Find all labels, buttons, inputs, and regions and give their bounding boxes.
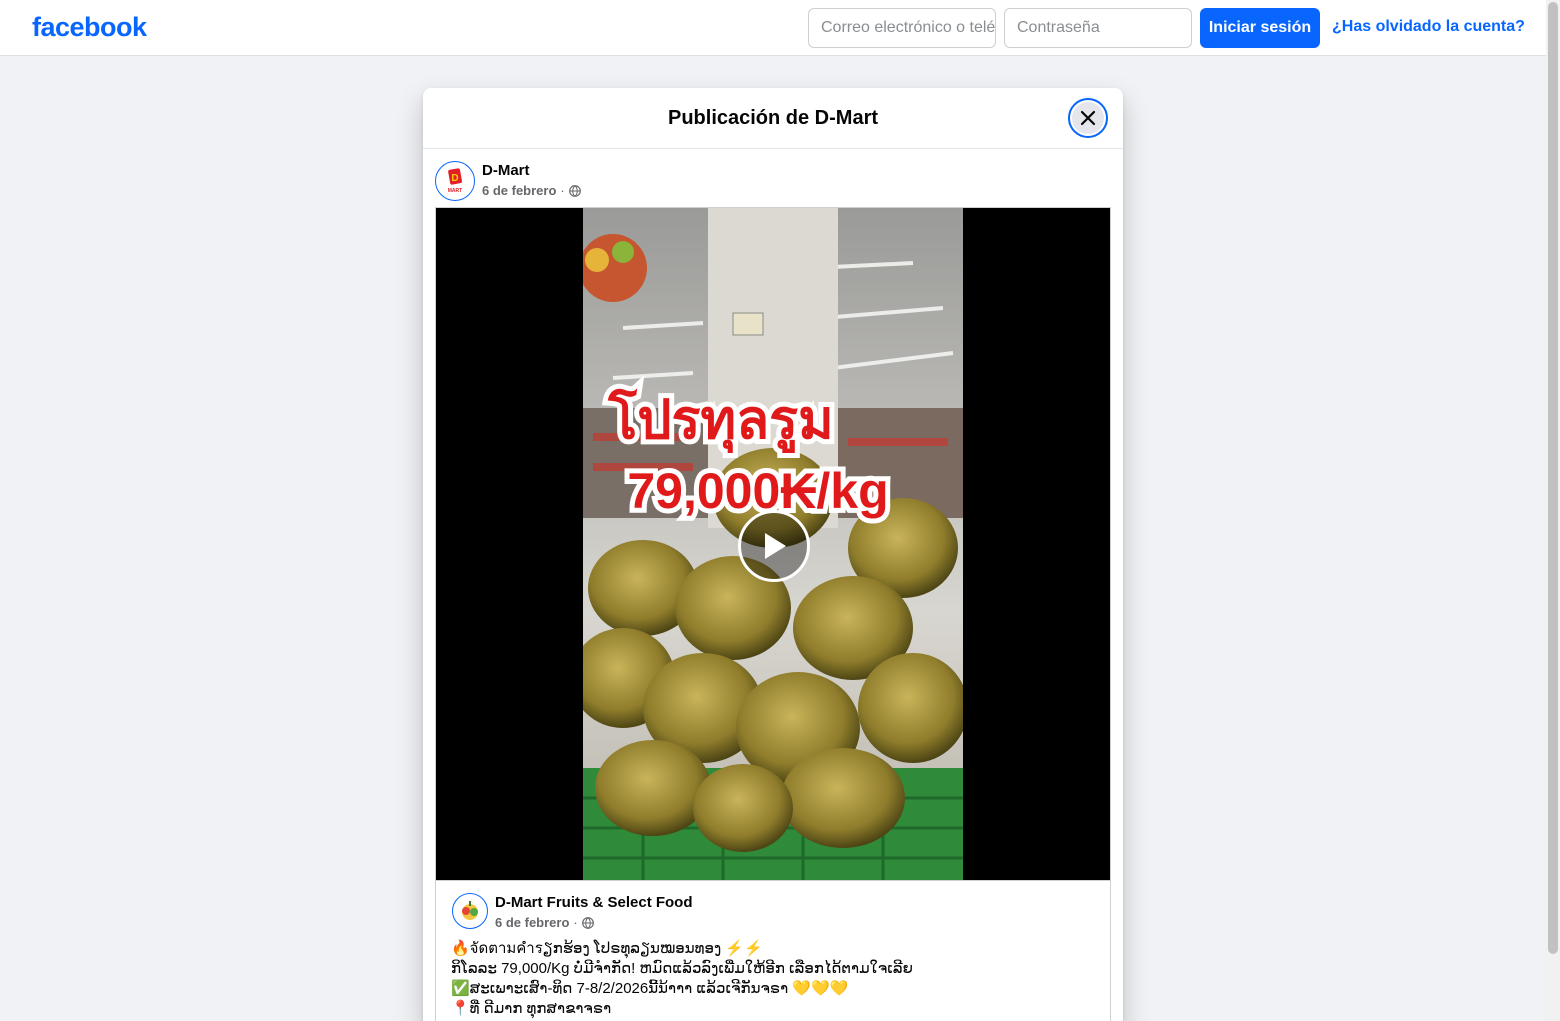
- password-field[interactable]: Contraseña: [1004, 8, 1192, 48]
- shared-post-date[interactable]: 6 de febrero: [495, 915, 569, 930]
- page-avatar[interactable]: D MART: [435, 161, 475, 201]
- close-button[interactable]: [1068, 98, 1108, 138]
- shared-page-avatar[interactable]: [452, 893, 488, 929]
- meta-separator: ·: [560, 183, 565, 198]
- email-field[interactable]: Correo electrónico o teléfono: [808, 8, 996, 48]
- shared-post: D-Mart Fruits & Select Food 6 de febrero…: [435, 881, 1111, 1021]
- forgot-account-link[interactable]: ¿Has olvidado la cuenta?: [1332, 18, 1525, 36]
- play-button[interactable]: [738, 510, 810, 582]
- caption-line: 📍ທີ່ ດີມາກ ທຸກສາຂາຈຣາ: [451, 1000, 612, 1017]
- svg-text:D: D: [451, 173, 458, 184]
- scrollbar-thumb[interactable]: [1548, 2, 1558, 954]
- globe-icon: [568, 184, 581, 197]
- d-mart-logo-icon: D MART: [448, 168, 462, 194]
- shared-post-meta: 6 de febrero ·: [495, 915, 594, 930]
- svg-text:MART: MART: [448, 188, 462, 194]
- caption-line: ກິໂລລະ 79,000/Kg ບໍ່ມີຈຳກັດ! ຫມົດແລ້ວລົງ…: [451, 960, 913, 977]
- shared-post-author[interactable]: D-Mart Fruits & Select Food: [495, 894, 693, 911]
- post-author[interactable]: D-Mart: [482, 162, 530, 179]
- login-button[interactable]: Iniciar sesión: [1200, 8, 1320, 48]
- post-date[interactable]: 6 de febrero: [482, 183, 556, 198]
- top-navigation-bar: facebook Correo electrónico o teléfono C…: [0, 0, 1546, 56]
- video-overlay-line1: โปรทุลรูม: [607, 388, 834, 454]
- post-dialog: Publicación de D-Mart D MART D-Mart 6 de…: [423, 88, 1123, 1021]
- fruits-logo-icon: [462, 901, 478, 920]
- play-icon: [765, 533, 786, 559]
- globe-icon: [581, 916, 594, 929]
- close-icon: [1080, 110, 1096, 126]
- dialog-title: Publicación de D-Mart: [667, 107, 879, 129]
- facebook-logo[interactable]: facebook: [32, 12, 147, 43]
- meta-separator: ·: [573, 915, 578, 930]
- caption-line: 🔥จัดตามคำรຽກຮ້ອງ ໂປຣທຸລຽນໝອນທອງ ⚡⚡: [451, 940, 763, 957]
- video-overlay-line2: 79,000₭/kg: [627, 463, 888, 519]
- post-meta: 6 de febrero ·: [482, 183, 581, 198]
- post-caption: 🔥จัดตามคำรຽກຮ້ອງ ໂປຣທຸລຽນໝອນທອງ ⚡⚡ ກິໂລລ…: [451, 939, 1101, 1019]
- video-player[interactable]: โปรทุลรูม 79,000₭/kg: [435, 207, 1111, 881]
- page-scrollbar[interactable]: [1546, 0, 1560, 1021]
- dialog-header: Publicación de D-Mart: [423, 88, 1123, 149]
- caption-line: ✅ສະເພາະເສົາ-ທິດ 7-8/2/2026ນີ້ນ້າາາ ແລ້ວເ…: [451, 980, 849, 997]
